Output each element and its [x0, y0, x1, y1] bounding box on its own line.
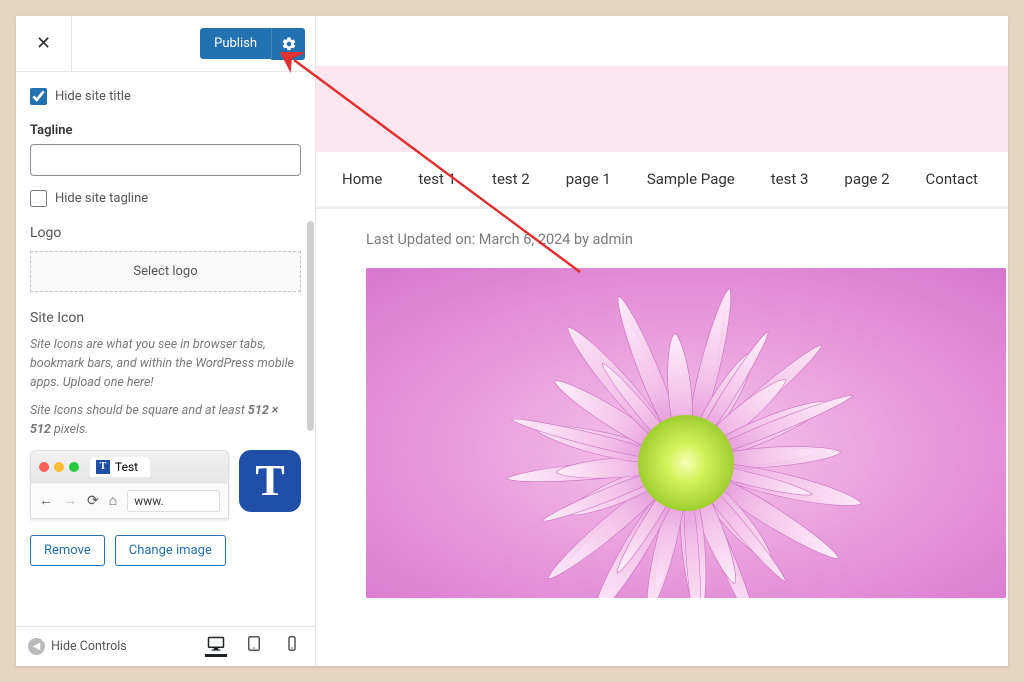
browser-tab-title: Test: [115, 460, 138, 474]
browser-preview: T Test ← → ⟳ ⌂ www.: [30, 450, 229, 519]
desktop-icon: [207, 636, 225, 651]
site-icon-label: Site Icon: [30, 310, 301, 326]
nav-item[interactable]: Home: [342, 170, 382, 188]
device-preview-switch: [205, 637, 303, 657]
hide-site-title-label: Hide site title: [55, 89, 131, 104]
change-image-button[interactable]: Change image: [115, 535, 226, 566]
close-button[interactable]: ✕: [16, 16, 72, 72]
hide-site-tagline-label: Hide site tagline: [55, 191, 148, 206]
sidebar-scrollbar-thumb[interactable]: [307, 221, 314, 431]
tab-favicon-icon: T: [96, 460, 110, 474]
site-icon-preview-row: T Test ← → ⟳ ⌂ www. T: [30, 450, 301, 519]
nav-item[interactable]: test 2: [492, 170, 530, 188]
site-icon-desc-1: Site Icons are what you see in browser t…: [30, 336, 301, 392]
hide-site-tagline-checkbox[interactable]: [30, 190, 47, 207]
device-desktop-button[interactable]: [205, 637, 227, 657]
publish-button[interactable]: Publish: [200, 28, 271, 59]
window-dot-green: [69, 462, 79, 472]
remove-site-icon-button[interactable]: Remove: [30, 535, 105, 566]
tagline-label: Tagline: [30, 123, 301, 138]
preview-header-band: [316, 66, 1008, 152]
browser-back-icon: ←: [39, 492, 53, 509]
mobile-icon: [283, 636, 301, 651]
sidebar-bottom-bar: ◀ Hide Controls: [16, 626, 315, 666]
nav-item[interactable]: page 1: [566, 170, 611, 188]
browser-home-icon: ⌂: [109, 492, 117, 509]
site-icon-large-preview: T: [239, 450, 301, 512]
hide-controls-button[interactable]: ◀ Hide Controls: [28, 638, 127, 655]
logo-label: Logo: [30, 225, 301, 241]
hide-site-title-checkbox[interactable]: [30, 88, 47, 105]
gear-icon: [281, 36, 297, 52]
site-preview: Home test 1 test 2 page 1 Sample Page test 3 p…: [316, 16, 1008, 666]
nav-item[interactable]: page 2: [844, 170, 889, 188]
collapse-icon: ◀: [28, 638, 45, 655]
nav-item[interactable]: test 1: [418, 170, 456, 188]
flower-illustration: [366, 268, 1006, 598]
browser-reload-icon: ⟳: [87, 493, 99, 509]
window-dot-yellow: [54, 462, 64, 472]
device-mobile-button[interactable]: [281, 637, 303, 657]
browser-url-box: www.: [127, 490, 220, 512]
browser-forward-icon: →: [63, 492, 77, 509]
device-tablet-button[interactable]: [243, 637, 265, 657]
select-logo-button[interactable]: Select logo: [30, 251, 301, 292]
window-dot-red: [39, 462, 49, 472]
site-icon-desc-2: Site Icons should be square and at least…: [30, 402, 301, 440]
tablet-icon: [245, 636, 263, 651]
sidebar-panel: Hide site title Tagline Hide site taglin…: [16, 72, 315, 626]
nav-item[interactable]: test 3: [771, 170, 809, 188]
tagline-input[interactable]: [30, 144, 301, 176]
nav-item[interactable]: Sample Page: [647, 170, 735, 188]
hide-controls-label: Hide Controls: [51, 639, 127, 654]
nav-item[interactable]: Contact: [926, 170, 978, 188]
sidebar-topbar: ✕ Publish: [16, 16, 315, 72]
browser-tab: T Test: [90, 457, 150, 477]
customizer-sidebar: ✕ Publish Hide site title Tagline Hide s…: [16, 16, 316, 666]
preview-hero-image: [366, 268, 1006, 598]
hide-site-tagline-row[interactable]: Hide site tagline: [30, 190, 301, 207]
publish-settings-button[interactable]: [271, 28, 305, 60]
preview-nav: Home test 1 test 2 page 1 Sample Page test 3 p…: [316, 152, 1008, 209]
last-updated-text: Last Updated on: March 6, 2024 by admin: [366, 231, 1008, 248]
hide-site-title-row[interactable]: Hide site title: [30, 88, 301, 105]
sidebar-scrollbar[interactable]: [307, 76, 315, 626]
